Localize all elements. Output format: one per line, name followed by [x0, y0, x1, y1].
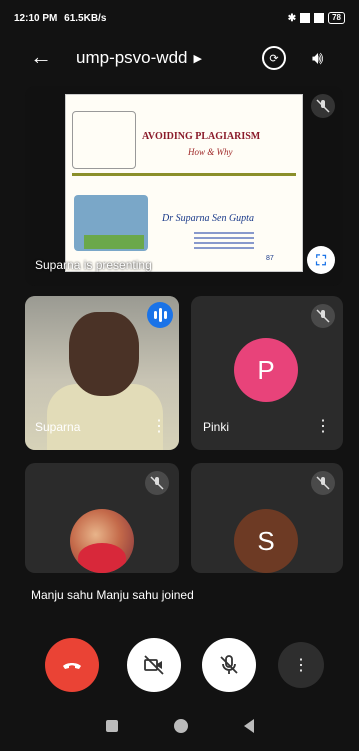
presenting-label: Suparna is presenting — [35, 258, 152, 272]
fullscreen-icon[interactable]: ⛶ — [307, 246, 335, 274]
wifi-icon — [314, 13, 325, 23]
camera-off-icon — [144, 655, 164, 675]
more-vert-icon: ⋮ — [293, 657, 309, 674]
top-bar: ← ump-psvo-wdd ▶ ⟳ 🔊︎ — [0, 36, 359, 82]
more-vert-icon[interactable]: ⋮ — [151, 416, 167, 436]
slide-details — [194, 229, 254, 257]
slide-illustration — [72, 111, 136, 169]
presentation-tile[interactable]: AVOIDING PLAGIARISM How & Why Dr Suparna… — [25, 86, 343, 286]
end-call-button[interactable] — [45, 638, 99, 692]
participant-tile-manju[interactable] — [25, 463, 179, 573]
more-vert-icon[interactable]: ⋮ — [315, 416, 331, 436]
caret-right-icon: ▶ — [193, 52, 202, 65]
slide-author: Dr Suparna Sen Gupta — [162, 213, 254, 224]
status-left: 12:10 PM 61.5KB/s — [14, 13, 110, 24]
slide-subtitle: How & Why — [188, 147, 233, 157]
status-icons: ✱ 78 — [288, 12, 345, 24]
bluetooth-icon: ✱ — [287, 12, 297, 24]
mic-off-icon — [311, 94, 335, 118]
end-call-icon — [63, 663, 81, 669]
slide-title: AVOIDING PLAGIARISM — [142, 131, 261, 142]
battery-icon: 78 — [328, 12, 345, 24]
participant-tile-suparna[interactable]: Suparna ⋮ — [25, 296, 179, 450]
system-nav-bar — [0, 700, 359, 751]
slide-computer-illustration — [74, 195, 148, 251]
presentation-slide: AVOIDING PLAGIARISM How & Why Dr Suparna… — [65, 94, 303, 272]
mic-off-icon — [220, 655, 238, 674]
signal-icon — [300, 13, 311, 23]
avatar — [70, 509, 134, 573]
back-icon[interactable] — [243, 718, 254, 733]
home-icon[interactable] — [173, 718, 188, 733]
more-options-button[interactable]: ⋮ — [278, 642, 324, 688]
status-bar: 12:10 PM 61.5KB/s ✱ 78 — [0, 0, 359, 36]
slide-page: 87 — [266, 255, 274, 262]
participant-tile-pinki[interactable]: P Pinki ⋮ — [191, 296, 343, 450]
participant-tile-s[interactable]: S — [191, 463, 343, 573]
meeting-code: ump-psvo-wdd — [76, 48, 188, 67]
mic-toggle-button[interactable] — [202, 638, 256, 692]
video-person-head — [69, 312, 139, 396]
mic-off-icon — [311, 304, 335, 328]
join-notification: Manju sahu Manju sahu joined — [31, 588, 194, 602]
participant-name: Suparna — [35, 420, 81, 434]
network-speed: 61.5KB/s — [64, 12, 107, 24]
meeting-title[interactable]: ump-psvo-wdd ▶ — [76, 48, 202, 68]
volume-icon[interactable]: 🔊︎ — [312, 48, 323, 69]
camera-toggle-button[interactable] — [127, 638, 181, 692]
speaking-indicator-icon — [147, 302, 173, 328]
switch-camera-icon[interactable]: ⟳ — [262, 46, 286, 70]
participant-name: Pinki — [203, 420, 230, 434]
mic-off-icon — [145, 471, 169, 495]
mic-off-icon — [311, 471, 335, 495]
slide-divider — [72, 173, 296, 176]
recents-icon[interactable] — [105, 719, 118, 732]
avatar: S — [234, 509, 298, 573]
arrow-left-icon[interactable]: ← — [30, 46, 52, 68]
status-time: 12:10 PM — [14, 12, 58, 24]
avatar: P — [234, 338, 298, 402]
